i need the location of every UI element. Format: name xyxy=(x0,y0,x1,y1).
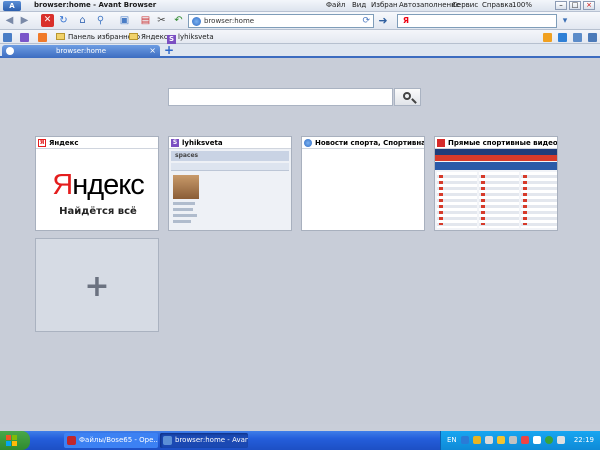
tab-label: browser:home xyxy=(55,47,107,55)
taskbar-item-opera[interactable]: Файлы/Bose65 - Ope... xyxy=(64,433,158,448)
avant-taskbar-icon xyxy=(163,436,172,445)
go-arrow-icon[interactable]: ➜ xyxy=(376,14,390,28)
system-tray: EN 22:19 xyxy=(440,431,600,450)
avant-logo-icon[interactable]: A xyxy=(3,1,21,11)
page-favicon-icon xyxy=(192,17,201,26)
home-search-button[interactable] xyxy=(394,88,421,106)
search-toolbar-icon[interactable]: ⚲ xyxy=(94,14,107,27)
add-speed-dial-button[interactable]: + xyxy=(35,238,159,332)
new-tab-button[interactable]: + xyxy=(162,44,176,57)
menu-help[interactable]: Справка xyxy=(482,1,513,9)
opera-icon xyxy=(67,436,76,445)
magnifier-icon xyxy=(403,92,411,100)
yandex-tagline: Найдётся всё xyxy=(59,206,137,217)
web-search-input[interactable]: Я xyxy=(397,14,557,28)
address-bar[interactable]: browser:home ⟳ xyxy=(188,14,374,28)
tray-app-icon[interactable] xyxy=(485,436,493,444)
grid-view-icon[interactable] xyxy=(543,33,552,42)
yandex-favicon-icon: Я xyxy=(38,139,46,147)
close-window-button[interactable]: × xyxy=(583,1,595,10)
tab-browser-home[interactable]: browser:home × xyxy=(2,45,160,58)
tray-app-icon[interactable] xyxy=(473,436,481,444)
tab-strip: browser:home × + xyxy=(0,44,600,58)
forward-icon[interactable]: ▶ xyxy=(18,14,31,27)
window-title: browser:home - Avant Browser xyxy=(34,1,157,9)
tile-preview: spaces xyxy=(169,149,291,230)
sports-site-favicon-icon xyxy=(437,139,445,147)
speed-dial-tile-sports-video[interactable]: Прямые спортивные видео ... xyxy=(434,136,558,231)
tray-app-icon[interactable] xyxy=(497,436,505,444)
download-icon[interactable] xyxy=(558,33,567,42)
tile-header: Прямые спортивные видео ... xyxy=(435,137,557,149)
tools-icon[interactable]: ✂ xyxy=(155,14,168,27)
folder-icon xyxy=(56,33,65,40)
popup-blocker-icon[interactable]: ▤ xyxy=(139,14,152,27)
tile-title: lyhiksveta xyxy=(182,139,223,147)
maximize-button[interactable]: □ xyxy=(569,1,581,10)
menu-favorites[interactable]: Избран xyxy=(371,1,398,9)
bookmark-lyhiksveta[interactable]: Slyhiksveta xyxy=(167,32,214,44)
back-icon[interactable]: ◀ xyxy=(3,14,16,27)
speed-dial-tile-sports-news[interactable]: Новости спорта, Спортивная... xyxy=(301,136,425,231)
bookmark-yandex[interactable]: Яндекс xyxy=(129,32,168,42)
stop-icon[interactable]: ✕ xyxy=(41,14,54,27)
tray-app-icon[interactable] xyxy=(521,436,529,444)
menu-file[interactable]: Файл xyxy=(326,1,345,9)
speed-dial-tile-yandex[interactable]: Я Яндекс Яндекс Найдётся всё xyxy=(35,136,159,231)
yandex-search-icon: Я xyxy=(401,16,411,26)
plus-icon: + xyxy=(84,269,110,304)
windows-logo-icon xyxy=(6,435,11,440)
tile-header: Я Яндекс xyxy=(36,137,158,149)
start-button[interactable] xyxy=(0,431,30,450)
language-indicator[interactable]: EN xyxy=(447,436,457,444)
tray-app-icon[interactable] xyxy=(509,436,517,444)
taskbar-item-avant[interactable]: browser:home - Avan... xyxy=(160,433,248,448)
spaces-favicon-icon: S xyxy=(171,139,179,147)
windows-taskbar: Файлы/Bose65 - Ope... browser:home - Ava… xyxy=(0,431,600,450)
tray-app-icon[interactable] xyxy=(461,436,469,444)
tile-title: Новости спорта, Спортивная... xyxy=(315,139,425,147)
bookmark-add-icon[interactable] xyxy=(20,33,29,42)
undo-icon[interactable]: ↶ xyxy=(172,14,185,27)
clock: 22:19 xyxy=(573,436,594,444)
tab-close-icon[interactable]: × xyxy=(149,46,156,55)
tile-title: Прямые спортивные видео ... xyxy=(448,139,558,147)
volume-icon[interactable] xyxy=(557,436,565,444)
globe-icon xyxy=(304,139,312,147)
tile-preview: Яндекс Найдётся всё xyxy=(36,149,158,230)
folder-icon xyxy=(129,33,138,40)
tray-app-icon[interactable] xyxy=(545,436,553,444)
home-page: Я Яндекс Яндекс Найдётся всё S lyhiksvet… xyxy=(0,60,600,424)
profile-photo xyxy=(173,175,199,199)
rss-icon[interactable] xyxy=(38,33,47,42)
zoom-level[interactable]: 100% xyxy=(512,1,532,9)
bookmark-favorites-panel[interactable]: Панель избранного xyxy=(56,32,140,42)
home-search-input[interactable] xyxy=(168,88,393,106)
address-refresh-icon[interactable]: ⟳ xyxy=(362,16,370,26)
tile-preview xyxy=(435,149,557,230)
settings-icon[interactable] xyxy=(588,33,597,42)
spaces-site-name: spaces xyxy=(175,152,199,159)
favorites-toolbar-icon[interactable]: ▣ xyxy=(118,14,131,27)
bookmarks-bar: Панель избранного Яндекс Slyhiksveta xyxy=(0,30,600,44)
tile-header: Новости спорта, Спортивная... xyxy=(302,137,424,149)
search-dropdown-icon[interactable]: ▾ xyxy=(559,15,571,27)
title-bar: A browser:home - Avant Browser Файл Вид … xyxy=(0,0,600,12)
yandex-logo: Яндекс xyxy=(52,169,145,201)
speed-dial-tile-lyhiksveta[interactable]: S lyhiksveta spaces xyxy=(168,136,292,231)
menu-autofill[interactable]: Автозаполнение xyxy=(399,1,460,9)
tile-header: S lyhiksveta xyxy=(169,137,291,149)
tile-title: Яндекс xyxy=(49,139,79,147)
minimize-button[interactable]: – xyxy=(555,1,567,10)
address-text[interactable]: browser:home xyxy=(204,17,254,25)
menu-service[interactable]: Сервис xyxy=(452,1,478,9)
gadget-icon[interactable] xyxy=(573,33,582,42)
menu-view[interactable]: Вид xyxy=(352,1,366,9)
bookmark-star-icon[interactable] xyxy=(3,33,12,42)
home-icon[interactable]: ⌂ xyxy=(76,14,89,27)
tray-app-icon[interactable] xyxy=(533,436,541,444)
refresh-icon[interactable]: ↻ xyxy=(57,14,70,27)
tile-preview xyxy=(302,149,424,230)
navigation-toolbar: ◀ ▶ ✕ ↻ ⌂ ⚲ ▣ ▤ ✂ ↶ browser:home ⟳ ➜ Я ▾ xyxy=(0,12,600,30)
